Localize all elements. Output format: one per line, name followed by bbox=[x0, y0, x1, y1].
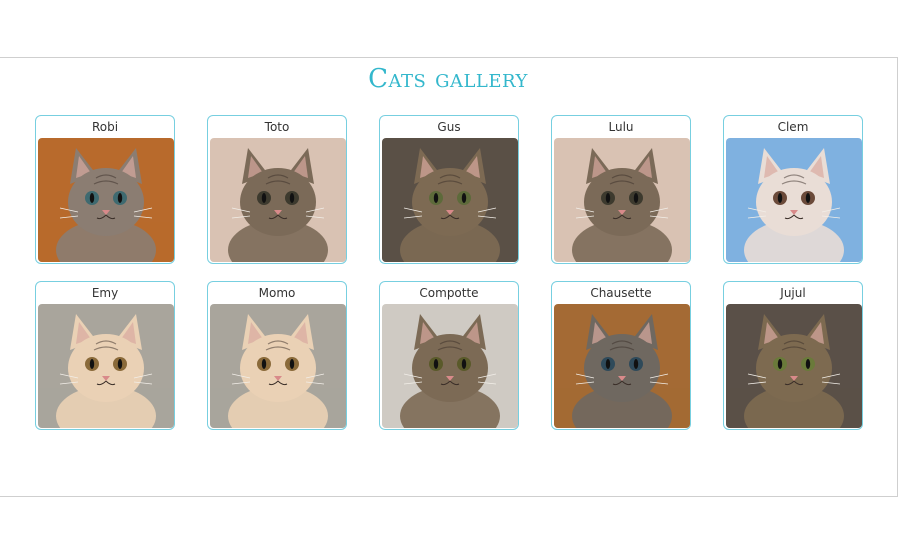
cat-card-clem[interactable]: Clem bbox=[723, 115, 863, 264]
cat-photo[interactable] bbox=[554, 304, 690, 428]
cat-photo[interactable] bbox=[382, 138, 518, 262]
gallery-title: Cats gallery bbox=[368, 64, 528, 94]
cat-card-emy[interactable]: Emy bbox=[35, 281, 175, 430]
cat-card-lulu[interactable]: Lulu bbox=[551, 115, 691, 264]
cat-name: Gus bbox=[437, 120, 461, 134]
cat-photo[interactable] bbox=[210, 304, 346, 428]
cat-name: Chausette bbox=[590, 286, 652, 300]
cat-card-compotte[interactable]: Compotte bbox=[379, 281, 519, 430]
cat-card-gus[interactable]: Gus bbox=[379, 115, 519, 264]
cat-name: Compotte bbox=[419, 286, 479, 300]
cat-card-momo[interactable]: Momo bbox=[207, 281, 347, 430]
cat-name: Momo bbox=[258, 286, 296, 300]
cat-card-jujul[interactable]: Jujul bbox=[723, 281, 863, 430]
cat-photo[interactable] bbox=[726, 304, 862, 428]
cat-name: Jujul bbox=[780, 286, 806, 300]
cat-photo[interactable] bbox=[38, 304, 174, 428]
cat-name: Emy bbox=[91, 286, 119, 300]
cat-name: Lulu bbox=[608, 120, 634, 134]
cat-name: Robi bbox=[91, 120, 119, 134]
cat-card-robi[interactable]: Robi bbox=[35, 115, 175, 264]
gallery-panel: Cats gallery Robi Toto Gus Lulu Clem Emy… bbox=[0, 57, 898, 497]
cat-photo[interactable] bbox=[38, 138, 174, 262]
cat-card-toto[interactable]: Toto bbox=[207, 115, 347, 264]
cat-photo[interactable] bbox=[210, 138, 346, 262]
cat-name: Clem bbox=[777, 120, 809, 134]
cat-photo[interactable] bbox=[554, 138, 690, 262]
cat-photo[interactable] bbox=[382, 304, 518, 428]
cat-name: Toto bbox=[264, 120, 290, 134]
cat-card-chausette[interactable]: Chausette bbox=[551, 281, 691, 430]
cat-photo[interactable] bbox=[726, 138, 862, 262]
